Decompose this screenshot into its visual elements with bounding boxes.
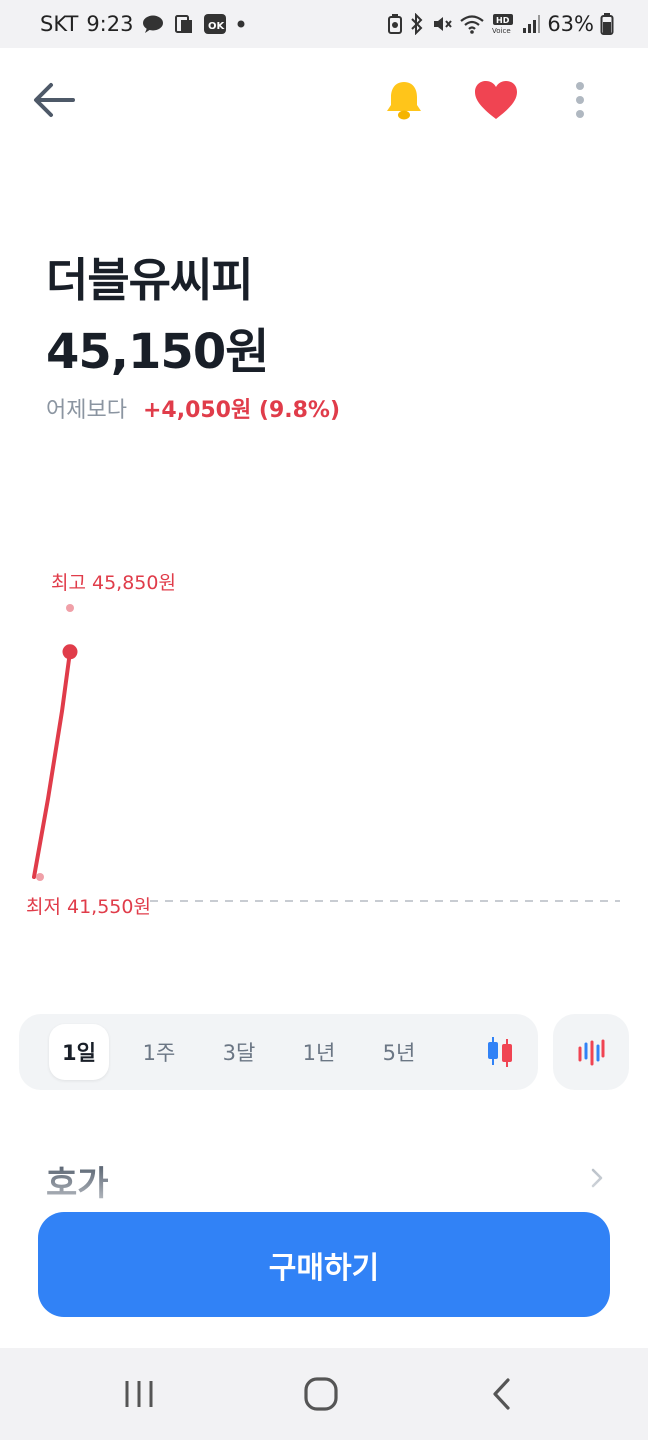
period-selector: 1일 1주 3달 1년 5년 (19, 1014, 538, 1090)
tab-1-year[interactable]: 1년 (289, 1024, 349, 1080)
current-price-marker (62, 644, 78, 660)
compare-chart-icon (578, 1039, 605, 1066)
status-right: HD Voice 63% (387, 10, 614, 38)
more-options-button[interactable] (562, 76, 598, 124)
candlestick-icon (488, 1037, 512, 1067)
order-book-title: 호가 (46, 1164, 109, 1204)
stock-price: 45,150원 (46, 324, 269, 380)
carrier-label: SKT (40, 12, 79, 36)
arrow-left-icon (34, 83, 75, 117)
status-left: SKT 9:23 OK (40, 10, 247, 38)
notification-dot-icon (235, 18, 247, 30)
stock-name: 더블유씨피 (46, 253, 254, 307)
ok-cashbag-icon: OK (203, 13, 227, 35)
price-alert-button[interactable] (378, 74, 430, 126)
order-book-row[interactable]: 호가 (0, 1140, 648, 1212)
price-chart[interactable] (0, 540, 648, 940)
hd-voice-icon: HD Voice (491, 13, 515, 35)
price-change-row: 어제보다 +4,050원 (9.8%) (46, 392, 340, 424)
sim-card-icon (173, 13, 195, 35)
more-vertical-icon (576, 82, 584, 118)
low-marker (36, 873, 44, 881)
back-icon[interactable] (486, 1376, 518, 1412)
home-icon[interactable] (300, 1374, 342, 1414)
svg-text:OK: OK (208, 21, 226, 32)
svg-text:Voice: Voice (492, 27, 511, 35)
change-label: 어제보다 (46, 398, 127, 423)
bluetooth-icon (409, 13, 425, 35)
tab-3-months[interactable]: 3달 (209, 1024, 269, 1080)
clock: 9:23 (86, 12, 134, 36)
price-line (32, 649, 72, 879)
system-nav-bar (0, 1348, 648, 1440)
tab-1-week[interactable]: 1주 (129, 1024, 189, 1080)
compare-chart-button[interactable] (553, 1014, 629, 1090)
tab-1-day[interactable]: 1일 (49, 1024, 109, 1080)
battery-percent: 63% (547, 12, 594, 36)
svg-text:HD: HD (496, 16, 510, 25)
kakaotalk-icon (141, 14, 165, 34)
heart-icon (475, 81, 517, 119)
chevron-right-icon (591, 1168, 603, 1188)
battery-saver-icon (387, 13, 403, 35)
status-bar: SKT 9:23 OK HD Voice 63% (0, 0, 648, 48)
wifi-icon (459, 13, 485, 35)
change-value: +4,050원 (9.8%) (142, 398, 341, 423)
tab-5-years[interactable]: 5년 (369, 1024, 429, 1080)
recent-apps-icon[interactable] (118, 1378, 160, 1410)
favorite-button[interactable] (470, 76, 522, 124)
mute-icon (431, 13, 453, 35)
candlestick-toggle-button[interactable] (469, 1024, 531, 1080)
chart-low-label: 최저 41,550원 (26, 896, 151, 918)
buy-button[interactable]: 구매하기 (38, 1212, 610, 1317)
back-button[interactable] (26, 76, 82, 124)
bell-icon (387, 82, 421, 120)
signal-icon (521, 13, 541, 35)
top-nav (0, 48, 648, 152)
battery-icon (600, 12, 614, 36)
high-marker (66, 604, 74, 612)
